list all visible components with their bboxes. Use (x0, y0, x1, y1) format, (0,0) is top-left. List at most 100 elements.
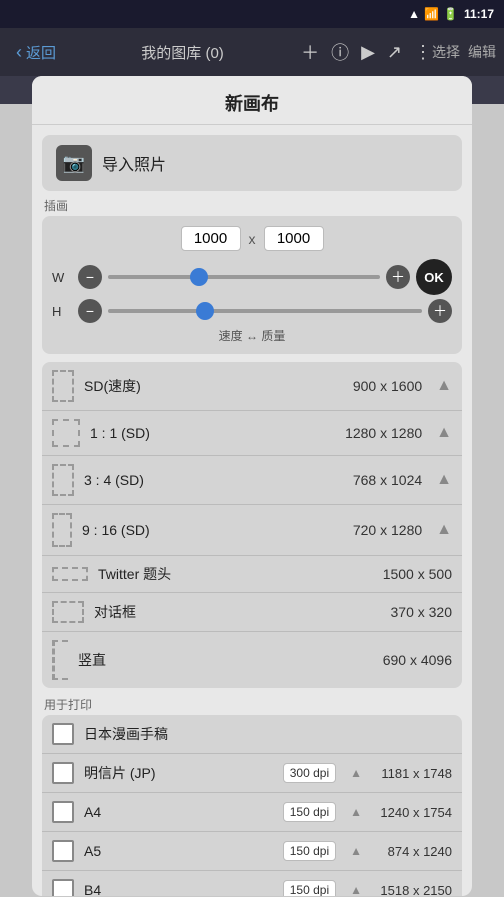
size-separator: x (249, 231, 256, 247)
play-icon[interactable]: ▶ (361, 42, 375, 63)
list-item[interactable]: 日本漫画手稿 (42, 715, 462, 754)
height-minus-button[interactable]: − (78, 299, 102, 323)
camera-icon: 📷 (56, 145, 92, 181)
width-label: W (52, 270, 72, 285)
b4-checkbox[interactable] (52, 879, 74, 896)
preset-thumb-dialog (52, 601, 84, 623)
print-list: 日本漫画手稿 明信片 (JP) 300 dpi ▲ 1181 x 1748 A4… (42, 715, 462, 896)
share-icon[interactable]: ↗ (387, 42, 402, 63)
list-item[interactable]: 9 : 16 (SD) 720 x 1280 ▲ (42, 505, 462, 556)
height-slider-row: H − ＋ (52, 299, 452, 323)
select-button[interactable]: 选择 (432, 42, 460, 62)
preset-name-sd: SD(速度) (84, 376, 343, 396)
list-item[interactable]: Twitter 题头 1500 x 500 (42, 556, 462, 593)
status-bar: ▲ 📶 🔋 11:17 (0, 0, 504, 28)
list-item[interactable]: A4 150 dpi ▲ 1240 x 1754 (42, 793, 462, 832)
illustration-section-label: 插画 (32, 191, 472, 216)
import-label: 导入照片 (102, 151, 166, 175)
preset-thumb-twitter (52, 567, 88, 581)
width-thumb (190, 268, 208, 286)
modal-title: 新画布 (32, 76, 472, 125)
battery-icon: 🔋 (443, 7, 458, 21)
preset-size-vertical: 690 x 4096 (383, 652, 452, 668)
canvas-controls: 1000 x 1000 W − ＋ OK H − (42, 216, 462, 354)
preset-size-dialog: 370 x 320 (391, 604, 453, 620)
preset-thumb-9-16 (52, 513, 72, 547)
preset-name-9-16: 9 : 16 (SD) (82, 522, 343, 538)
nav-title: 我的图库 (0) (64, 42, 301, 63)
a5-dpi-arrow: ▲ (350, 844, 362, 858)
modal-overlay: 新画布 📷 导入照片 插画 1000 x 1000 W − (0, 76, 504, 897)
add-icon[interactable]: ＋ (301, 39, 319, 65)
canvas-ok-button[interactable]: OK (416, 259, 452, 295)
postcard-dpi-arrow: ▲ (350, 766, 362, 780)
width-value[interactable]: 1000 (181, 226, 241, 251)
width-plus-button[interactable]: ＋ (386, 265, 410, 289)
nav-text-actions: 选择 编辑 (432, 42, 496, 62)
wifi-icon: ▲ (408, 7, 420, 21)
print-name-b4: B4 (84, 882, 273, 896)
info-icon[interactable]: ⓘ (331, 39, 349, 65)
import-photo-section[interactable]: 📷 导入照片 (42, 135, 462, 191)
preset-thumb-sd (52, 370, 74, 402)
list-item[interactable]: 对话框 370 x 320 (42, 593, 462, 632)
a4-dpi[interactable]: 150 dpi (283, 802, 336, 822)
speed-quality-label: 速度 ↔ 质量 (52, 327, 452, 344)
back-label: 返回 (26, 42, 56, 63)
preset-name-1-1: 1 : 1 (SD) (90, 425, 335, 441)
preset-size-twitter: 1500 x 500 (383, 566, 452, 582)
preset-size-3-4: 768 x 1024 (353, 472, 422, 488)
postcard-checkbox[interactable] (52, 762, 74, 784)
back-button[interactable]: ‹ 返回 (8, 38, 64, 67)
a5-checkbox[interactable] (52, 840, 74, 862)
height-value[interactable]: 1000 (264, 226, 324, 251)
print-name-a5: A5 (84, 843, 273, 859)
height-plus-button[interactable]: ＋ (428, 299, 452, 323)
modal-scroll[interactable]: 📷 导入照片 插画 1000 x 1000 W − ＋ (32, 125, 472, 896)
size-display: 1000 x 1000 (52, 226, 452, 251)
list-item[interactable]: SD(速度) 900 x 1600 ▲ (42, 362, 462, 411)
list-item[interactable]: 1 : 1 (SD) 1280 x 1280 ▲ (42, 411, 462, 456)
list-item[interactable]: 竖直 690 x 4096 (42, 632, 462, 688)
nav-actions: ＋ ⓘ ▶ ↗ ⋮ (301, 39, 432, 65)
preset-name-dialog: 对话框 (94, 602, 381, 622)
clock: 11:17 (464, 7, 494, 21)
list-item[interactable]: 明信片 (JP) 300 dpi ▲ 1181 x 1748 (42, 754, 462, 793)
height-label: H (52, 304, 72, 319)
more-icon[interactable]: ⋮ (414, 42, 432, 63)
height-thumb (196, 302, 214, 320)
width-slider-row: W − ＋ OK (52, 259, 452, 295)
signal-icon: 📶 (424, 7, 439, 21)
b4-size: 1518 x 2150 (372, 883, 452, 897)
edit-button[interactable]: 编辑 (468, 42, 496, 62)
width-minus-button[interactable]: − (78, 265, 102, 289)
manga-checkbox[interactable] (52, 723, 74, 745)
b4-dpi-arrow: ▲ (350, 883, 362, 896)
preset-arrow-sd: ▲ (436, 377, 452, 395)
print-section-label: 用于打印 (32, 688, 472, 715)
a4-checkbox[interactable] (52, 801, 74, 823)
print-name-a4: A4 (84, 804, 273, 820)
a5-size: 874 x 1240 (372, 844, 452, 859)
a5-dpi[interactable]: 150 dpi (283, 841, 336, 861)
preset-name-twitter: Twitter 题头 (98, 564, 373, 584)
list-item[interactable]: B4 150 dpi ▲ 1518 x 2150 (42, 871, 462, 896)
preset-thumb-3-4 (52, 464, 74, 496)
width-slider[interactable] (108, 275, 380, 279)
postcard-dpi[interactable]: 300 dpi (283, 763, 336, 783)
print-name-postcard: 明信片 (JP) (84, 763, 273, 783)
preset-name-3-4: 3 : 4 (SD) (84, 472, 343, 488)
height-slider[interactable] (108, 309, 422, 313)
preset-thumb-vertical (52, 640, 68, 680)
preset-arrow-9-16: ▲ (436, 521, 452, 539)
status-icons: ▲ 📶 🔋 (408, 7, 458, 21)
top-nav: ‹ 返回 我的图库 (0) ＋ ⓘ ▶ ↗ ⋮ 选择 编辑 (0, 28, 504, 76)
b4-dpi[interactable]: 150 dpi (283, 880, 336, 896)
list-item[interactable]: A5 150 dpi ▲ 874 x 1240 (42, 832, 462, 871)
back-arrow-icon: ‹ (16, 42, 22, 63)
list-item[interactable]: 3 : 4 (SD) 768 x 1024 ▲ (42, 456, 462, 505)
preset-arrow-1-1: ▲ (436, 424, 452, 442)
preset-thumb-1-1 (52, 419, 80, 447)
preset-size-1-1: 1280 x 1280 (345, 425, 422, 441)
preset-size-9-16: 720 x 1280 (353, 522, 422, 538)
